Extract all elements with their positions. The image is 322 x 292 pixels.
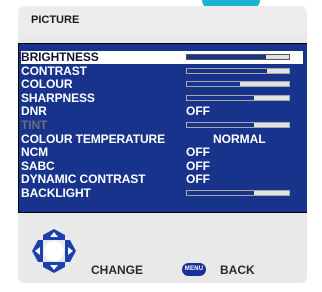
dnr-value: OFF [186,104,210,119]
brightness-slider[interactable] [186,54,290,60]
menu-item-label: BRIGHTNESS [21,50,99,64]
menu-item-label: DYNAMIC CONTRAST [21,172,146,187]
menu-item-sabc[interactable]: SABC OFF [21,158,303,173]
menu-item-label: TINT [21,118,48,132]
page-title: PICTURE [31,14,80,26]
menu-item-label: DNR [21,104,47,119]
menu-item-ncm[interactable]: NCM OFF [21,146,303,159]
colour-slider-fill [187,82,241,87]
contrast-slider[interactable] [186,67,290,74]
menu-item-dnr[interactable]: DNR OFF [21,105,303,118]
picture-settings-panel: BRIGHTNESS CONTRAST COLOUR SHARPNESS DNR OFF T… [18,43,307,213]
sharpness-slider-fill [187,95,255,100]
help-bar: CHANGE MENU BACK [18,213,307,283]
menu-item-contrast[interactable]: CONTRAST [21,63,303,78]
menu-button-icon: MENU [182,263,206,276]
backlight-slider-fill [187,191,255,195]
sabc-value: OFF [186,158,210,173]
menu-item-label: SABC [21,158,55,173]
menu-item-label: BACKLIGHT [21,186,91,200]
ncm-value: OFF [186,145,210,160]
back-label: BACK [220,263,255,277]
menu-item-dynamic-contrast[interactable]: DYNAMIC CONTRAST OFF [21,173,303,186]
menu-item-tint[interactable]: TINT [21,119,303,132]
sharpness-slider[interactable] [186,94,290,101]
tint-slider[interactable] [186,122,290,128]
change-label: CHANGE [91,263,144,277]
osd-window: PICTURE BRIGHTNESS CONTRAST COLOUR SHARPNES… [18,6,307,283]
dynamic-contrast-value: OFF [186,172,210,187]
menu-item-label: COLOUR TEMPERATURE [21,131,165,146]
menu-header: PICTURE [18,6,307,34]
tint-slider-fill [187,123,255,127]
menu-item-label: COLOUR [21,77,73,92]
menu-item-label: CONTRAST [21,63,87,78]
menu-item-colour-temperature[interactable]: COLOUR TEMPERATURE NORMAL [21,131,303,146]
colour-slider[interactable] [186,81,290,88]
menu-item-label: SHARPNESS [21,90,95,105]
brightness-slider-fill [187,55,266,59]
menu-item-brightness[interactable]: BRIGHTNESS [21,51,303,64]
backlight-slider[interactable] [186,190,290,196]
contrast-slider-fill [187,68,267,73]
menu-item-colour[interactable]: COLOUR [21,78,303,91]
menu-item-sharpness[interactable]: SHARPNESS [21,90,303,105]
menu-item-backlight[interactable]: BACKLIGHT [21,187,303,200]
dpad-icon [32,229,76,273]
menu-item-label: NCM [21,145,49,160]
colour-temperature-value: NORMAL [213,131,266,146]
